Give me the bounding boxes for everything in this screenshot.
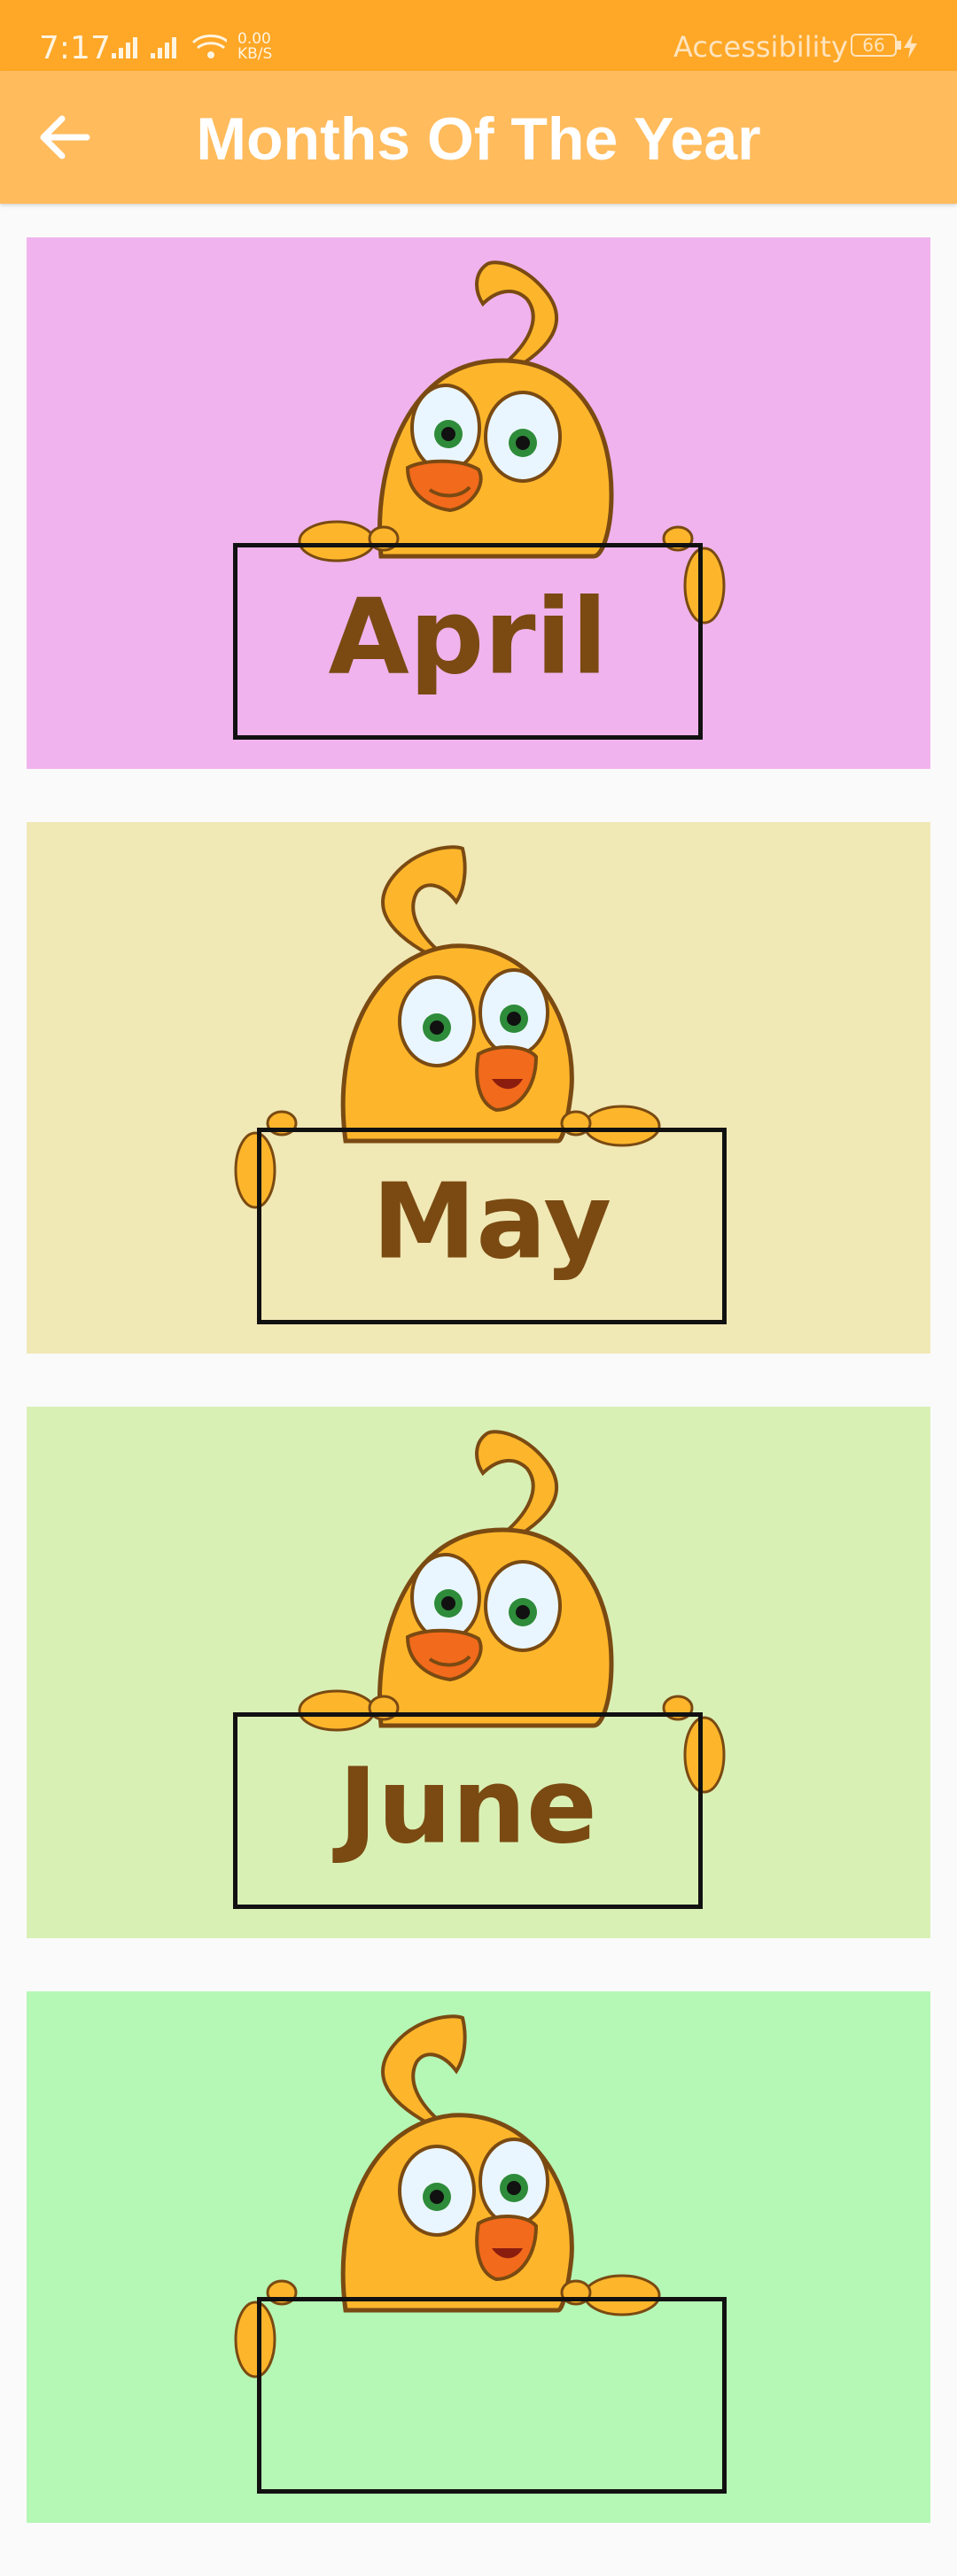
month-sign: May	[257, 1128, 727, 1324]
charging-icon	[904, 34, 917, 58]
month-label: April	[328, 575, 608, 698]
month-sign: June	[233, 1712, 703, 1909]
app-bar: Months Of The Year	[0, 71, 957, 204]
page-title: Months Of The Year	[196, 105, 761, 173]
signal-wifi-icons	[112, 35, 227, 58]
month-label: June	[338, 1744, 597, 1867]
month-card-next[interactable]	[27, 1991, 930, 2523]
accessibility-label: Accessibility	[673, 30, 848, 64]
status-time: 7:17	[39, 30, 111, 66]
status-bar: 7:17 0.00 KB/S Accessibility 66	[0, 0, 957, 71]
month-label: May	[371, 1160, 612, 1283]
month-card-april[interactable]: April	[27, 237, 930, 769]
month-card-june[interactable]: June	[27, 1407, 930, 1938]
battery-tip	[897, 41, 901, 50]
months-list: April May June	[27, 237, 930, 2576]
month-sign: April	[233, 543, 703, 740]
month-card-may[interactable]: May	[27, 822, 930, 1354]
month-sign	[257, 2297, 727, 2494]
battery-icon: 66	[851, 34, 897, 57]
network-speed: 0.00 KB/S	[237, 30, 273, 63]
